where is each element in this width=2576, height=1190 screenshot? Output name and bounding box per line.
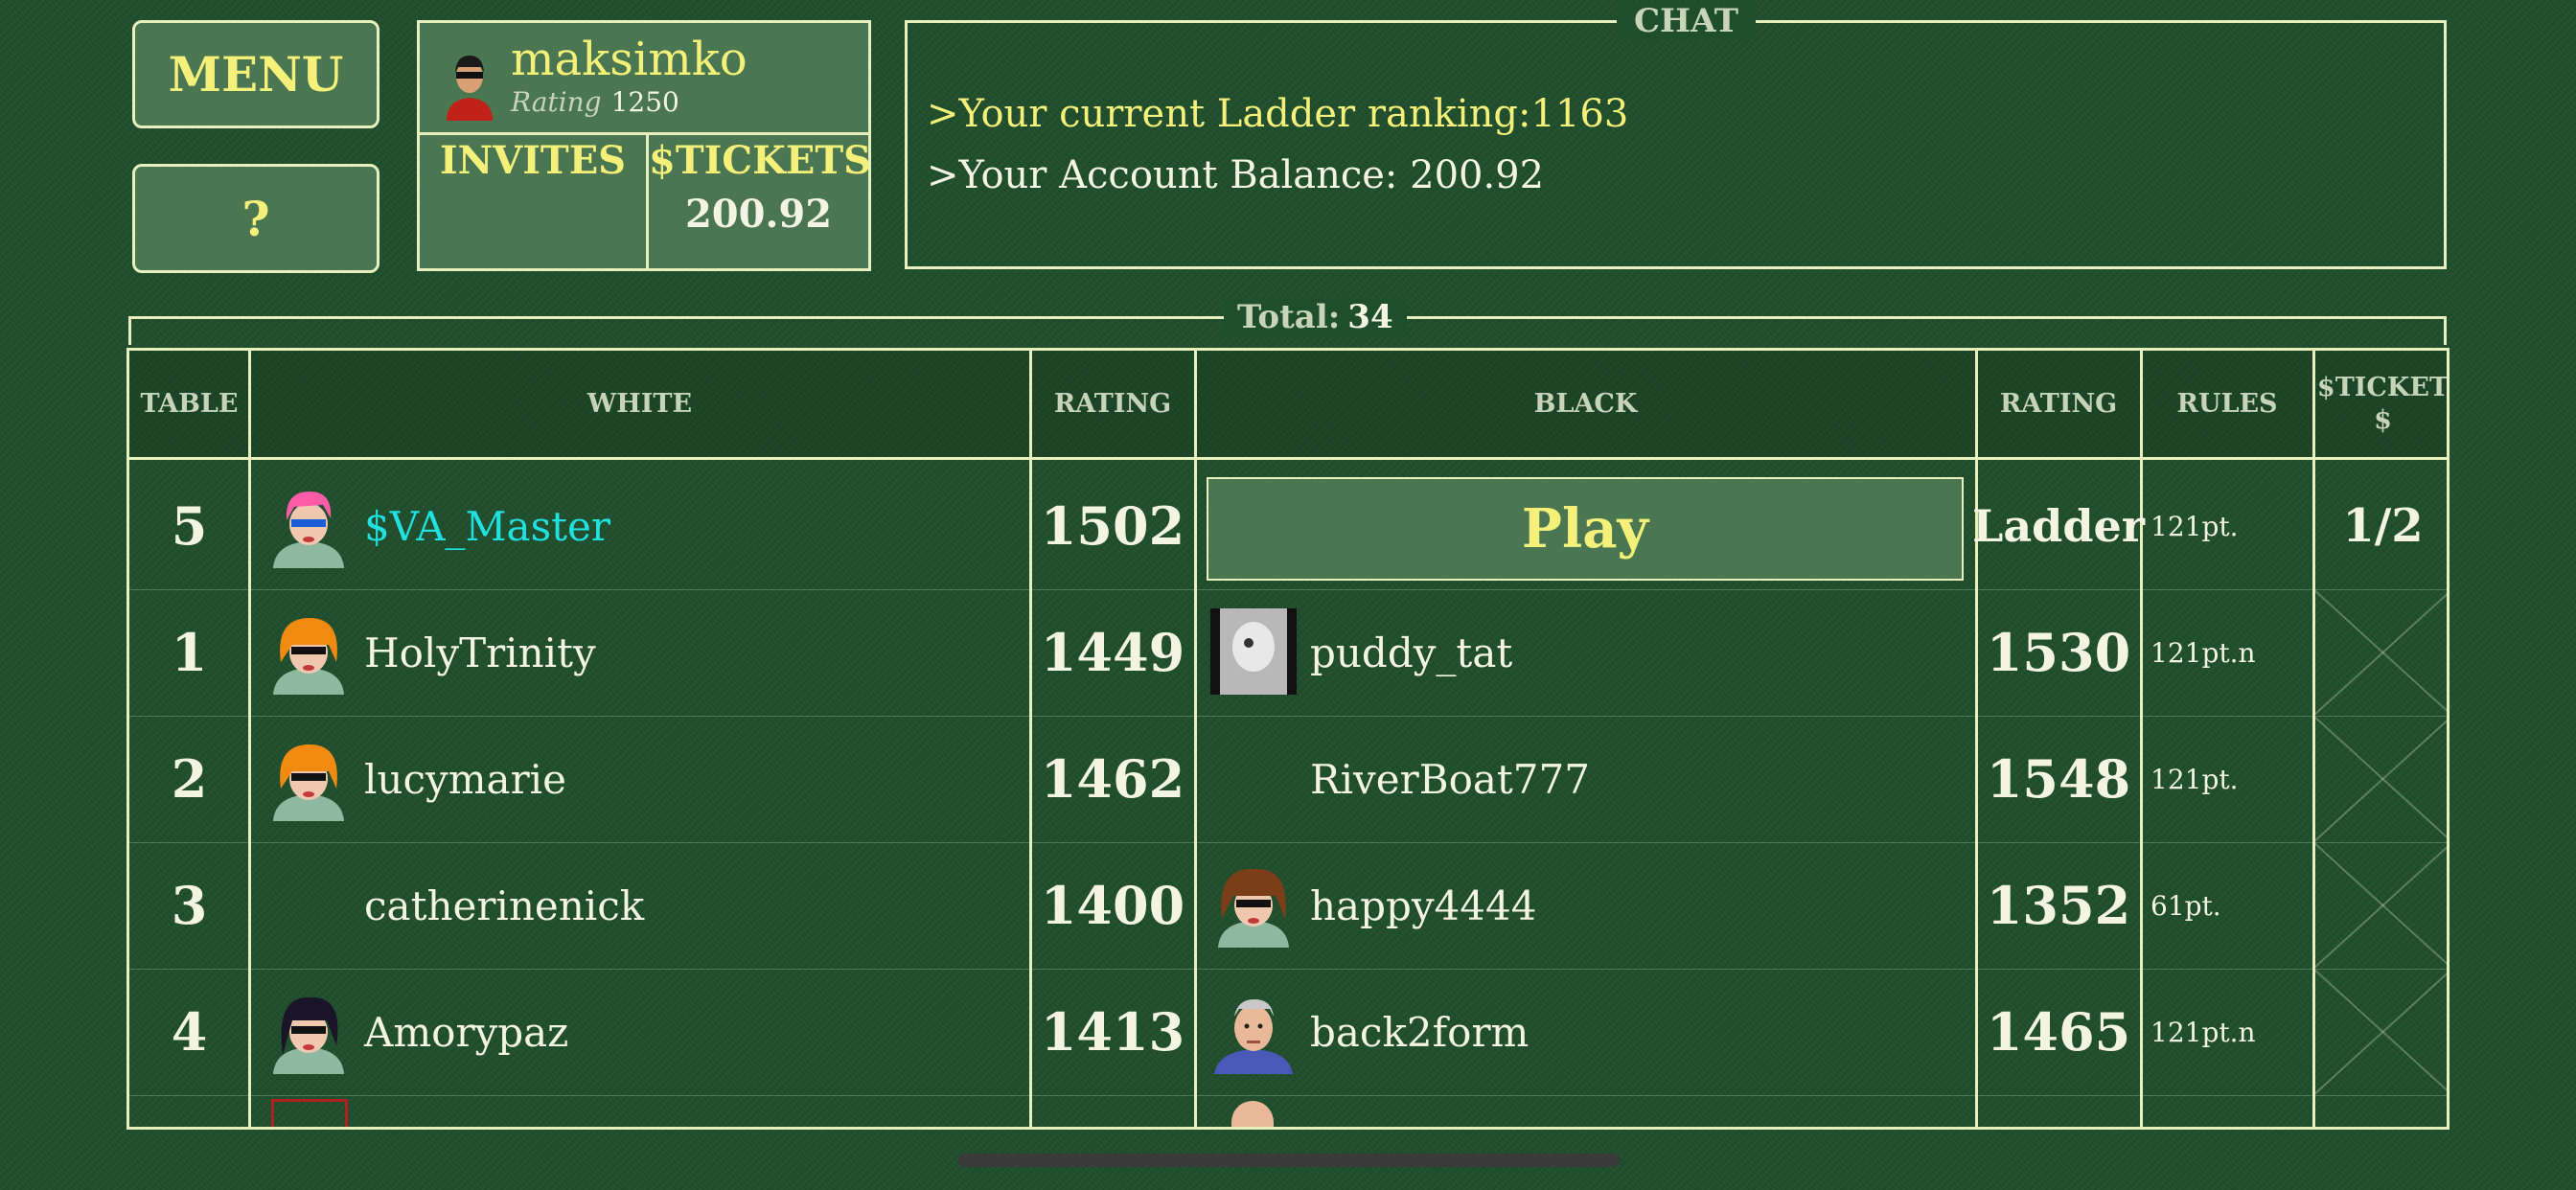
table-row[interactable]: 1 HolyTrinity 1449 puddy_tat 1530 121pt.… xyxy=(129,589,2447,717)
ladder-label: Ladder xyxy=(1972,500,2145,552)
invites-button[interactable]: INVITES xyxy=(420,138,646,183)
black-player-avatar-icon xyxy=(1214,999,1293,1074)
white-player-name[interactable]: HolyTrinity xyxy=(364,589,596,716)
table-row[interactable]: 4 Amorypaz 1413 back2form 1465 121pt.n xyxy=(129,969,2447,1096)
chat-message: >Your Account Balance: 200.92 xyxy=(927,153,1545,197)
header-rating-white[interactable]: RATING xyxy=(1030,351,1195,460)
no-stake-icon xyxy=(2313,842,2447,969)
white-player-rating: 1462 xyxy=(1040,748,1185,810)
white-player-name[interactable]: Amorypaz xyxy=(364,969,568,1095)
white-player-avatar-icon xyxy=(271,1099,348,1127)
black-player-avatar-icon xyxy=(1231,1101,1274,1127)
table-number: 4 xyxy=(171,1001,208,1063)
white-player-rating: 1502 xyxy=(1040,495,1185,557)
black-player-rating: 1530 xyxy=(1986,622,2131,683)
header-rules[interactable]: RULES xyxy=(2141,351,2313,460)
table-row[interactable]: 5 $VA_Master 1502 Play Ladder 121pt. 1/2 xyxy=(129,463,2447,590)
white-player-rating: 1400 xyxy=(1040,875,1185,936)
table-row[interactable] xyxy=(129,1095,2447,1127)
black-player-rating: 1352 xyxy=(1986,875,2131,936)
white-player-avatar-icon xyxy=(273,744,344,821)
header-white[interactable]: WHITE xyxy=(249,351,1030,460)
total-bar: Total: 34 xyxy=(128,298,2447,345)
black-player-avatar-icon xyxy=(1210,608,1297,695)
total-value: 34 xyxy=(1347,298,1393,336)
header-rating-black[interactable]: RATING xyxy=(1976,351,2141,460)
white-player-name[interactable]: $VA_Master xyxy=(364,463,610,589)
total-count: Total: 34 xyxy=(1224,298,1407,336)
white-player-avatar-icon xyxy=(273,996,344,1074)
play-button[interactable]: Play xyxy=(1207,477,1964,581)
profile-panel: maksimko Rating 1250 INVITES $TICKETS 200… xyxy=(417,20,871,271)
header-black[interactable]: BLACK xyxy=(1195,351,1976,460)
black-player-rating: 1548 xyxy=(1986,748,2131,810)
menu-button[interactable]: MENU xyxy=(132,20,380,128)
table-number: 5 xyxy=(171,495,208,557)
white-player-rating: 1413 xyxy=(1040,1001,1185,1063)
home-indicator[interactable] xyxy=(958,1154,1620,1167)
user-avatar-icon[interactable] xyxy=(439,44,500,121)
rating-value: 1250 xyxy=(610,86,679,118)
no-stake-icon xyxy=(2313,589,2447,716)
game-rules: 121pt.n xyxy=(2150,636,2256,669)
username: maksimko xyxy=(511,33,748,86)
header-table[interactable]: TABLE xyxy=(129,351,249,460)
games-table: TABLE WHITE RATING BLACK RATING RULES $T… xyxy=(126,348,2450,1130)
table-row[interactable]: 2 lucymarie 1462 RiverBoat777 1548 121pt… xyxy=(129,716,2447,843)
game-rules: 121pt. xyxy=(2150,763,2239,795)
table-row[interactable]: 3 catherinenick 1400 happy4444 1352 61pt… xyxy=(129,842,2447,970)
header-tickets[interactable]: $TICKET $ xyxy=(2313,351,2447,460)
white-player-name[interactable]: catherinenick xyxy=(364,842,644,969)
no-stake-icon xyxy=(2313,969,2447,1095)
profile-divider xyxy=(420,132,868,135)
white-player-avatar-icon xyxy=(273,618,344,695)
black-player-name[interactable]: puddy_tat xyxy=(1310,589,1512,716)
chat-title: CHAT xyxy=(1617,2,1757,40)
game-rules: 121pt.n xyxy=(2150,1016,2256,1048)
game-rules: 61pt. xyxy=(2150,889,2221,922)
table-number: 1 xyxy=(171,622,208,683)
total-label: Total: xyxy=(1237,298,1341,336)
white-player-avatar-icon xyxy=(273,492,344,568)
table-number: 3 xyxy=(171,875,208,936)
black-player-name[interactable]: happy4444 xyxy=(1310,842,1536,969)
help-button[interactable]: ? xyxy=(132,164,380,273)
black-player-avatar-icon xyxy=(1218,868,1289,948)
white-player-name[interactable]: lucymarie xyxy=(364,716,566,842)
game-rules: 121pt. xyxy=(2150,510,2239,542)
user-rating: Rating 1250 xyxy=(511,86,679,118)
tickets-balance: 200.92 xyxy=(684,192,833,237)
chat-message: >Your current Ladder ranking:1163 xyxy=(927,92,1629,136)
ticket-stake: 1/2 xyxy=(2342,499,2424,553)
black-player-rating: 1465 xyxy=(1986,1001,2131,1063)
chat-panel[interactable]: CHAT >Your current Ladder ranking:1163 >… xyxy=(905,2,2447,269)
rating-label: Rating xyxy=(511,86,602,118)
black-player-name[interactable]: RiverBoat777 xyxy=(1310,716,1590,842)
tickets-label: $TICKETS xyxy=(649,138,872,183)
white-player-rating: 1449 xyxy=(1040,622,1185,683)
black-player-name[interactable]: back2form xyxy=(1310,969,1529,1095)
table-number: 2 xyxy=(171,748,208,810)
no-stake-icon xyxy=(2313,716,2447,842)
